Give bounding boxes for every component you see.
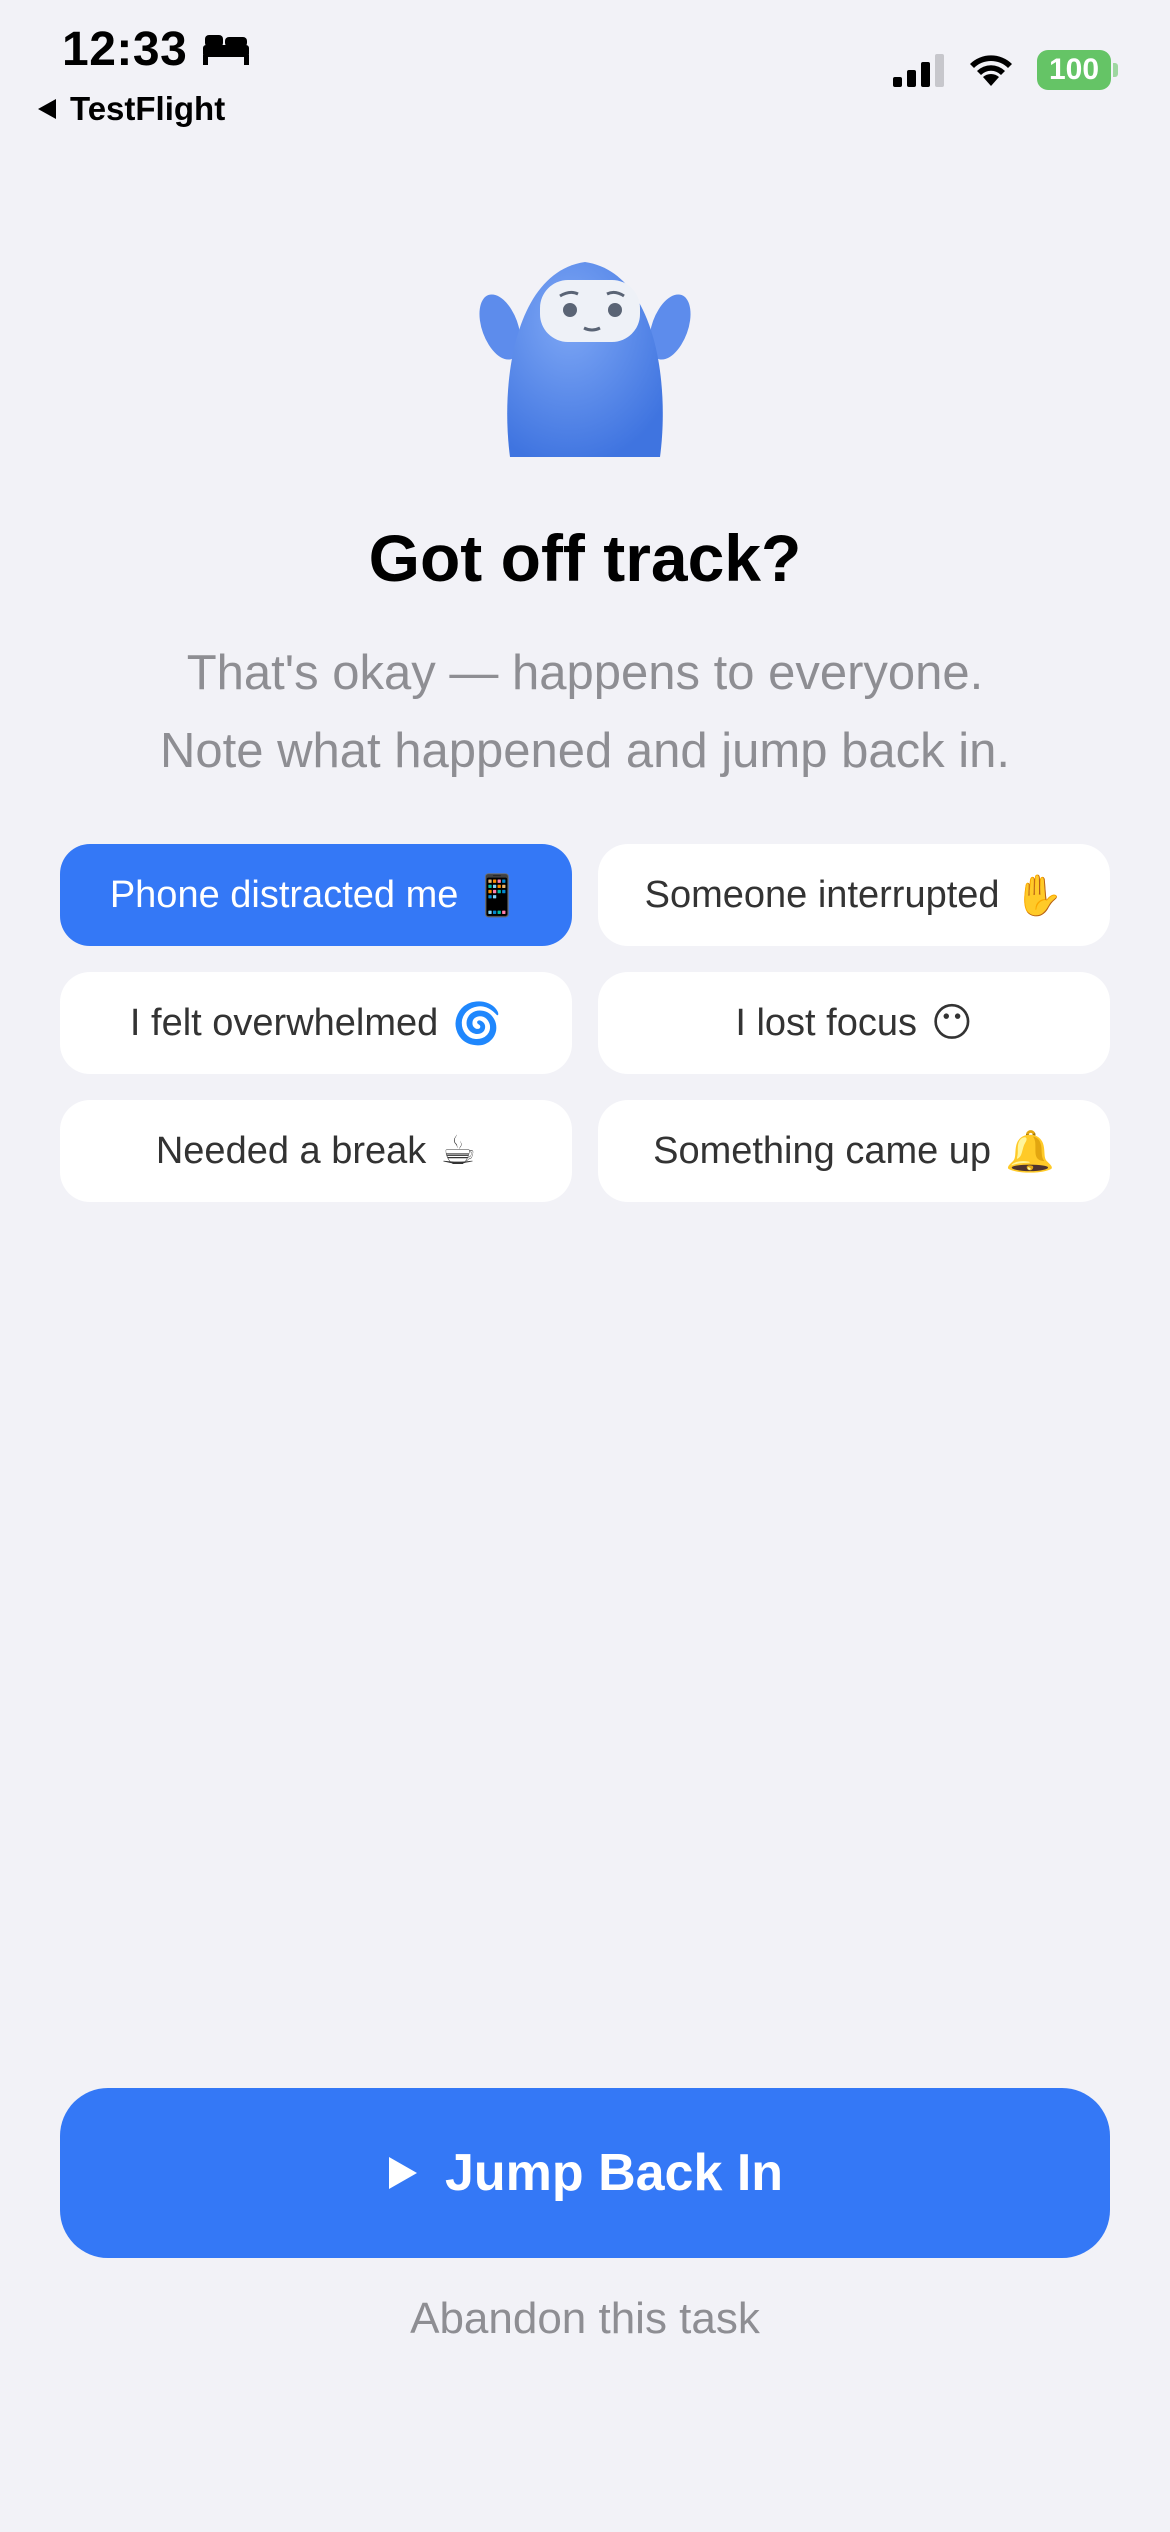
- jump-back-in-label: Jump Back In: [444, 2144, 784, 2202]
- reason-chip-something-came-up[interactable]: Something came up 🔔: [598, 1100, 1110, 1202]
- cyclone-icon: 🌀: [452, 1000, 503, 1047]
- reason-chip-felt-overwhelmed[interactable]: I felt overwhelmed 🌀: [60, 972, 572, 1074]
- reason-label: Needed a break: [155, 1129, 427, 1172]
- play-icon: [388, 2157, 417, 2189]
- status-indicators: 100: [893, 50, 1118, 90]
- battery-tip: [1113, 63, 1118, 77]
- bed-icon: [203, 34, 250, 65]
- reason-chip-someone-interrupted[interactable]: Someone interrupted ✋: [598, 844, 1110, 946]
- reason-chip-needed-break[interactable]: Needed a break ☕: [60, 1100, 572, 1202]
- reason-label: I lost focus: [735, 1001, 917, 1044]
- reason-label: Phone distracted me: [109, 873, 459, 916]
- wifi-icon: [970, 55, 1012, 86]
- time-text: 12:33: [62, 23, 188, 76]
- battery-icon: 100: [1037, 50, 1118, 90]
- no-mouth-face-icon: 😶: [930, 1000, 973, 1046]
- reason-chip-phone-distracted[interactable]: Phone distracted me 📱: [60, 844, 572, 946]
- back-triangle-icon: [38, 99, 56, 119]
- raised-hand-icon: ✋: [1013, 872, 1064, 919]
- screen: 12:33 TestFlight 100 Got off track? That…: [0, 0, 1170, 2532]
- subtitle-line-1: That's okay — happens to everyone.: [186, 646, 984, 700]
- phone-icon: 📱: [472, 872, 523, 919]
- abandon-task-link[interactable]: Abandon this task: [0, 2294, 1170, 2344]
- coffee-icon: ☕: [440, 1128, 477, 1174]
- battery-level: 100: [1037, 50, 1111, 90]
- subtitle-line-2: Note what happened and jump back in.: [160, 724, 1010, 778]
- page-title: Got off track?: [368, 521, 802, 595]
- jump-back-in-button[interactable]: Jump Back In: [60, 2088, 1110, 2258]
- mascot-illustration: [479, 262, 691, 457]
- reason-label: Someone interrupted: [644, 873, 1000, 916]
- signal-icon: [893, 54, 944, 87]
- subtitle: That's okay — happens to everyone. Note …: [0, 634, 1170, 790]
- reason-label: I felt overwhelmed: [129, 1001, 439, 1044]
- bell-icon: 🔔: [1005, 1128, 1055, 1175]
- back-to-testflight[interactable]: TestFlight: [36, 90, 225, 128]
- status-time: 12:33: [62, 22, 251, 77]
- reason-chip-lost-focus[interactable]: I lost focus 😶: [598, 972, 1110, 1074]
- back-app-label: TestFlight: [70, 90, 226, 127]
- reason-chips: Phone distracted me 📱 Someone interrupte…: [60, 844, 1110, 1202]
- reason-label: Something came up: [653, 1129, 992, 1172]
